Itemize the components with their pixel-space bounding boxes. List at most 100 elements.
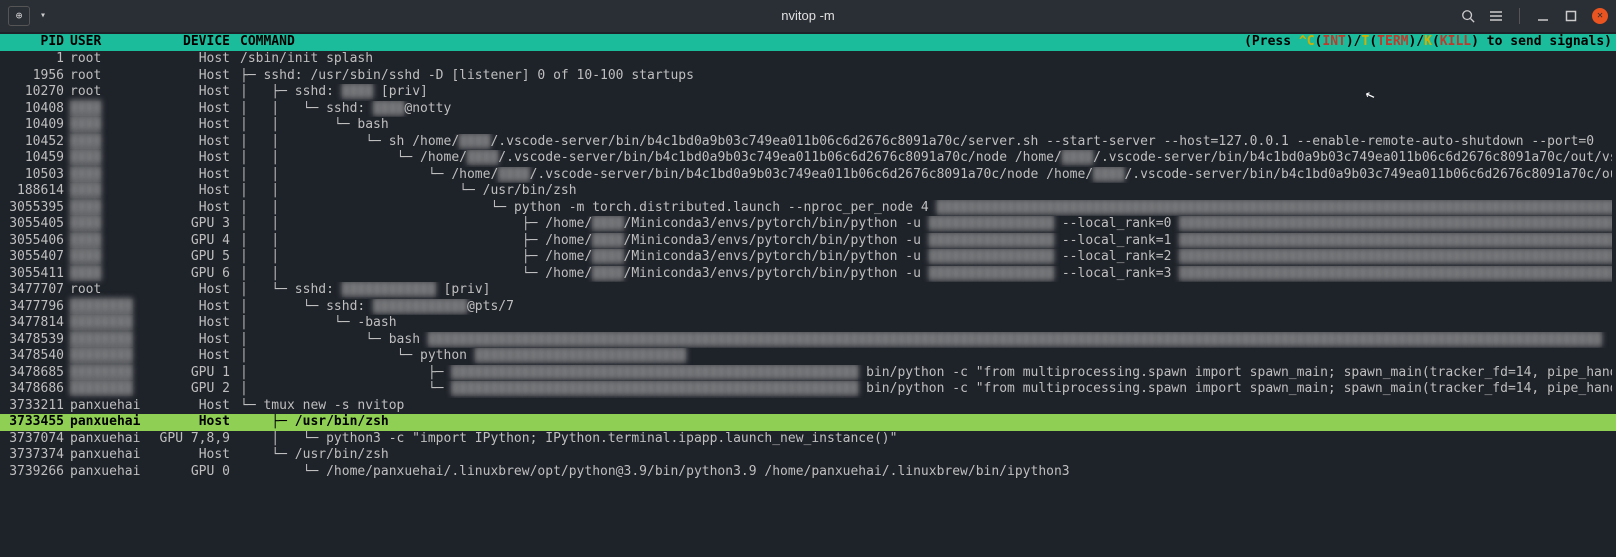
command-cell: │ │ └─ bash [230,117,1612,134]
pid-cell: 10503 [0,167,64,184]
command-cell: │ │ ├─ /home/████/Miniconda3/envs/pytorc… [230,216,1612,233]
table-row[interactable]: 3737374panxuehaiHost └─ /usr/bin/zsh [0,447,1616,464]
user-cell: ████████ [64,381,148,398]
device-cell: GPU 4 [148,233,230,250]
table-row[interactable]: 10409████Host│ │ └─ bash [0,117,1616,134]
table-row[interactable]: 3478685████████GPU 1│ ├─ ███████████████… [0,365,1616,382]
device-cell: GPU 6 [148,266,230,283]
user-cell: ████ [64,266,148,283]
hamburger-menu-icon[interactable] [1489,9,1503,23]
command-cell: /sbin/init splash [230,51,1612,68]
pid-cell: 10409 [0,117,64,134]
pid-cell: 3733455 [0,414,64,431]
search-icon[interactable] [1461,9,1475,23]
user-cell: panxuehai [64,447,148,464]
device-cell: Host [148,134,230,151]
pid-cell: 1956 [0,68,64,85]
table-row[interactable]: 1956rootHost├─ sshd: /usr/sbin/sshd -D [… [0,68,1616,85]
col-user: USER [64,34,148,51]
device-cell: Host [148,68,230,85]
pid-cell: 3478686 [0,381,64,398]
divider [1519,8,1520,24]
command-cell: │ │ ├─ /home/████/Miniconda3/envs/pytorc… [230,233,1612,250]
tab-menu-dropdown[interactable]: ▾ [36,8,50,25]
device-cell: Host [148,447,230,464]
table-row[interactable]: 3478686████████GPU 2│ └─ ███████████████… [0,381,1616,398]
process-table-body: 1rootHost/sbin/init splash1956rootHost├─… [0,51,1616,480]
table-row[interactable]: 188614████Host│ │ └─ /usr/bin/zsh [0,183,1616,200]
table-row[interactable]: 3477796████████Host│ └─ sshd: ██████████… [0,299,1616,316]
user-cell: root [64,51,148,68]
table-row[interactable]: 3477814████████Host│ └─ -bash [0,315,1616,332]
device-cell: Host [148,84,230,101]
command-cell: │ └─ ███████████████████████████████████… [230,381,1612,398]
user-cell: panxuehai [64,398,148,415]
user-cell: ████████ [64,332,148,349]
maximize-button[interactable] [1564,9,1578,23]
new-tab-button[interactable]: ⊕ [8,6,30,26]
pid-cell: 3737374 [0,447,64,464]
device-cell: Host [148,117,230,134]
pid-cell: 3055407 [0,249,64,266]
table-row[interactable]: 10503████Host│ │ └─ /home/████/.vscode-s… [0,167,1616,184]
table-row[interactable]: 3055407████GPU 5│ │ ├─ /home/████/Minico… [0,249,1616,266]
user-cell: ████ [64,150,148,167]
table-row[interactable]: 10452████Host│ │ └─ sh /home/████/.vscod… [0,134,1616,151]
table-row[interactable]: 3739266panxuehaiGPU 0 └─ /home/panxuehai… [0,464,1616,481]
command-cell: │ ├─ sshd: ████ [priv] [230,84,1612,101]
user-cell: ████ [64,216,148,233]
command-cell: │ └─ python ███████████████████████████ [230,348,1612,365]
command-cell: │ ├─ ███████████████████████████████████… [230,365,1612,382]
pid-cell: 188614 [0,183,64,200]
table-row[interactable]: 3733211panxuehaiHost└─ tmux new -s nvito… [0,398,1616,415]
table-row[interactable]: 3737074panxuehaiGPU 7,8,9 │ └─ python3 -… [0,431,1616,448]
pid-cell: 3478539 [0,332,64,349]
user-cell: ████████ [64,315,148,332]
table-row[interactable]: 3055395████Host│ │ └─ python -m torch.di… [0,200,1616,217]
device-cell: Host [148,150,230,167]
user-cell: ████████ [64,348,148,365]
table-row[interactable]: 3478539████████Host│ └─ bash ███████████… [0,332,1616,349]
table-row[interactable]: 3478540████████Host│ └─ python █████████… [0,348,1616,365]
pid-cell: 3477796 [0,299,64,316]
device-cell: Host [148,101,230,118]
command-cell: │ │ └─ /home/████/.vscode-server/bin/b4c… [230,167,1612,184]
user-cell: panxuehai [64,464,148,481]
command-cell: │ │ └─ /usr/bin/zsh [230,183,1612,200]
minimize-button[interactable] [1536,9,1550,23]
col-pid: PID [0,34,64,51]
user-cell: panxuehai [64,431,148,448]
command-cell: │ └─ sshd: ████████████@pts/7 [230,299,1612,316]
terminal-output[interactable]: PIDUSERDEVICECOMMAND (Press ^C(INT)/T(TE… [0,32,1616,480]
close-button[interactable]: ✕ [1592,8,1608,24]
pid-cell: 3478540 [0,348,64,365]
table-row[interactable]: 1rootHost/sbin/init splash [0,51,1616,68]
col-device: DEVICE [148,34,230,51]
table-row[interactable]: 10270rootHost│ ├─ sshd: ████ [priv] [0,84,1616,101]
table-row[interactable]: 10459████Host│ │ └─ /home/████/.vscode-s… [0,150,1616,167]
device-cell: GPU 3 [148,216,230,233]
command-cell: │ │ └─ sshd: ████@notty [230,101,1612,118]
user-cell: root [64,68,148,85]
command-cell: └─ /usr/bin/zsh [230,447,1612,464]
device-cell: GPU 0 [148,464,230,481]
user-cell: ████ [64,101,148,118]
user-cell: panxuehai [64,414,148,431]
table-row[interactable]: 3055405████GPU 3│ │ ├─ /home/████/Minico… [0,216,1616,233]
command-cell: │ │ └─ /home/████/.vscode-server/bin/b4c… [230,150,1612,167]
command-cell: ├─ sshd: /usr/sbin/sshd -D [listener] 0 … [230,68,1612,85]
command-cell: │ └─ python3 -c "import IPython; IPython… [230,431,1612,448]
table-row[interactable]: 3477707rootHost│ └─ sshd: ████████████ [… [0,282,1616,299]
table-row[interactable]: 3733455panxuehaiHost ├─ /usr/bin/zsh [0,414,1616,431]
pid-cell: 10408 [0,101,64,118]
command-cell: │ │ ├─ /home/████/Miniconda3/envs/pytorc… [230,249,1612,266]
command-cell: └─ tmux new -s nvitop [230,398,1612,415]
table-row[interactable]: 10408████Host│ │ └─ sshd: ████@notty [0,101,1616,118]
device-cell: Host [148,200,230,217]
device-cell: GPU 2 [148,381,230,398]
user-cell: ████ [64,134,148,151]
user-cell: ████████ [64,299,148,316]
table-row[interactable]: 3055411████GPU 6│ │ └─ /home/████/Minico… [0,266,1616,283]
table-row[interactable]: 3055406████GPU 4│ │ ├─ /home/████/Minico… [0,233,1616,250]
user-cell: ████ [64,200,148,217]
